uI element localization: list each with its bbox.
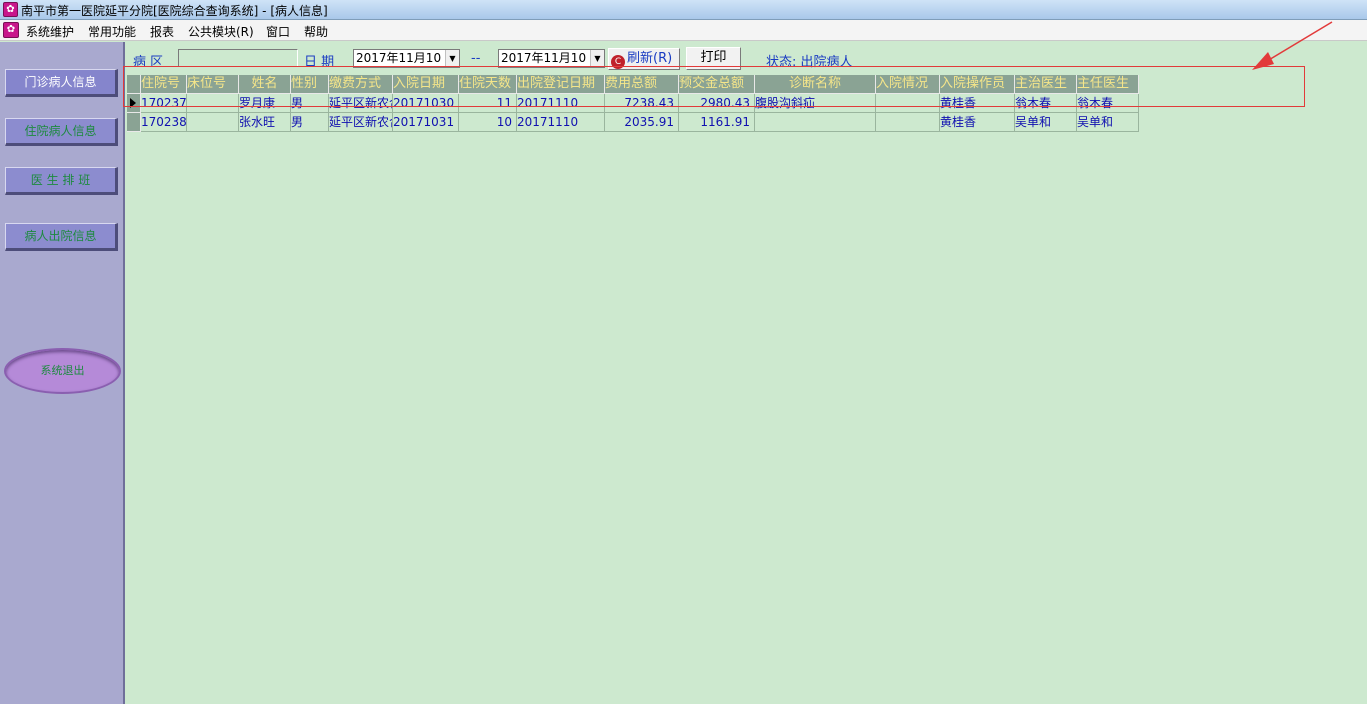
cell-bed-no[interactable]	[187, 113, 239, 132]
menu-public-modules[interactable]: 公共模块(R)	[188, 23, 254, 40]
sidebar: 门诊病人信息 住院病人信息 医 生 排 班 病人出院信息 系统退出	[0, 42, 125, 704]
menu-help[interactable]: 帮助	[304, 23, 328, 40]
cell-chief-doctor[interactable]: 吴单和	[1077, 113, 1139, 132]
annotation-arrow-icon	[1252, 21, 1333, 70]
cell-deposit-total[interactable]: 1161.91	[679, 113, 755, 132]
annotation-highlight-box	[123, 66, 1305, 107]
cell-stay-days[interactable]: 10	[459, 113, 517, 132]
date-to-value: 2017年11月10	[501, 51, 587, 65]
refresh-label: 刷新(R)	[627, 51, 673, 66]
cell-discharge-date[interactable]: 20171110	[517, 113, 605, 132]
cell-attending-doctor[interactable]: 吴单和	[1015, 113, 1077, 132]
sidebar-button-outpatient[interactable]: 门诊病人信息	[5, 69, 118, 97]
cell-admit-condition[interactable]	[876, 113, 940, 132]
cell-gender[interactable]: 男	[291, 113, 329, 132]
menu-reports[interactable]: 报表	[150, 23, 174, 40]
cell-admit-date[interactable]: 20171031	[393, 113, 459, 132]
sidebar-button-discharge[interactable]: 病人出院信息	[5, 223, 118, 251]
menu-common-functions[interactable]: 常用功能	[88, 23, 136, 40]
date-separator: --	[471, 51, 481, 66]
cell-inpatient-no[interactable]: 170238214	[141, 113, 187, 132]
chevron-down-icon[interactable]: ▼	[445, 50, 459, 67]
cell-total-cost[interactable]: 2035.91	[605, 113, 679, 132]
cell-operator[interactable]: 黄桂香	[940, 113, 1015, 132]
content-area: 病 区 日 期 2017年11月10 ▼ -- 2017年11月10 ▼ C 刷新…	[127, 42, 1367, 704]
chevron-down-icon[interactable]: ▼	[590, 50, 604, 67]
window-title: 南平市第一医院延平分院[医院综合查询系统] - [病人信息]	[21, 4, 328, 18]
app-icon: ✿	[3, 2, 18, 17]
cell-diagnosis[interactable]	[755, 113, 876, 132]
row-indicator	[127, 113, 141, 132]
cell-payment-method[interactable]: 延平区新农合	[329, 113, 393, 132]
menu-bar: ✿ 系统维护 常用功能 报表 公共模块(R) 窗口 帮助	[0, 20, 1367, 41]
mdi-child-icon[interactable]: ✿	[3, 22, 19, 38]
sidebar-button-inpatient[interactable]: 住院病人信息	[5, 118, 118, 146]
date-from-value: 2017年11月10	[356, 51, 442, 65]
sidebar-button-doctor-schedule[interactable]: 医 生 排 班	[5, 167, 118, 195]
cell-name[interactable]: 张水旺	[239, 113, 291, 132]
title-bar: ✿ 南平市第一医院延平分院[医院综合查询系统] - [病人信息]	[0, 0, 1367, 20]
menu-system-maintenance[interactable]: 系统维护	[26, 23, 74, 40]
exit-oval-button[interactable]: 系统退出	[4, 348, 121, 394]
menu-window[interactable]: 窗口	[266, 23, 290, 40]
ward-input[interactable]	[178, 49, 298, 67]
